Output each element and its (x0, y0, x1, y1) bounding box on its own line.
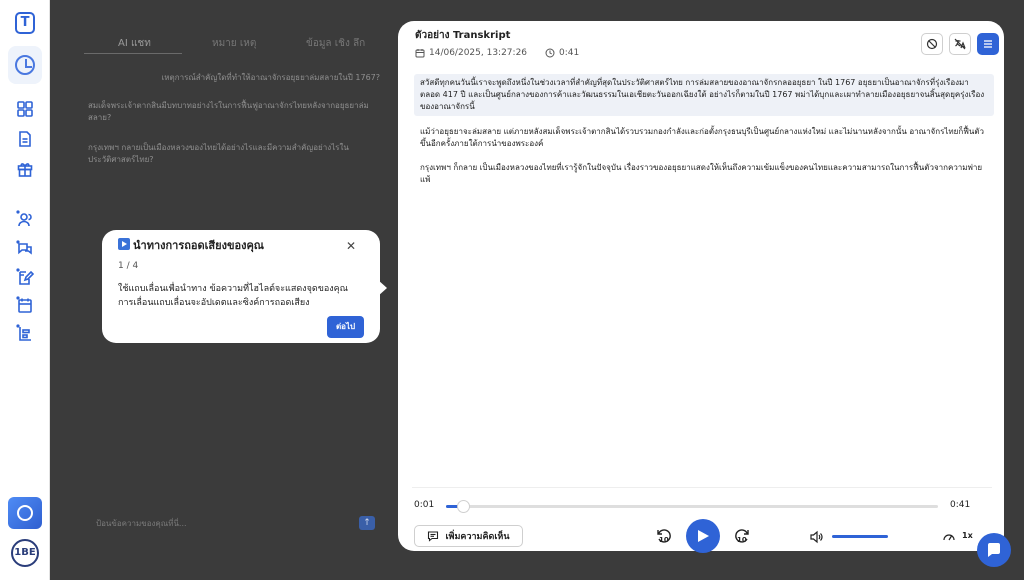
users-ai-icon[interactable] (16, 210, 34, 228)
skip-back-seconds: 10 (659, 536, 669, 544)
next-button[interactable]: ต่อไป (327, 316, 364, 338)
history-nav-button[interactable] (8, 46, 42, 84)
suggested-question[interactable]: กรุงเทพฯ กลายเป็นเมืองหลวงของไทยได้อย่าง… (88, 142, 378, 166)
tour-title: นำทางการถอดเสียงของคุณ (133, 239, 265, 252)
tab-ai-chat[interactable]: AI แชท (118, 36, 151, 51)
transcript-paragraph[interactable]: กรุงเทพฯ ก็กลาย เป็นเมืองหลวงของไทยที่เร… (414, 159, 994, 189)
gift-icon[interactable] (16, 160, 34, 178)
skip-forward-button[interactable]: 10 (733, 527, 751, 545)
add-comment-button[interactable]: เพิ่มความคิดเห็น (414, 525, 523, 547)
transcript-meta: 14/06/2025, 13:27:26 0:41 (415, 48, 579, 58)
transcript-duration: 0:41 (559, 48, 580, 58)
tour-body: ใช้แถบเลื่อนเพื่อนำทาง ข้อความที่ไฮไลต์จ… (118, 284, 349, 308)
volume-slider[interactable] (832, 535, 888, 538)
upgrade-premium-button[interactable] (8, 497, 42, 529)
app-logo[interactable]: T (15, 12, 35, 34)
add-comment-label: เพิ่มความคิดเห็น (445, 532, 510, 542)
play-icon (698, 530, 709, 542)
transcript-paragraph[interactable]: แม้ว่าอยุธยาจะล่มสลาย แต่ภายหลังสมเด็จพร… (414, 123, 994, 153)
transcript-title: ตัวอย่าง Transkript (415, 30, 511, 41)
calendar-ai-icon[interactable] (16, 296, 34, 314)
close-icon[interactable]: ✕ (345, 240, 357, 252)
current-time: 0:01 (414, 500, 435, 510)
active-tab-indicator (84, 53, 182, 54)
player-divider (412, 487, 992, 488)
volume-icon[interactable] (809, 529, 823, 544)
skip-back-button[interactable]: 10 (655, 527, 673, 545)
playback-speed[interactable]: 1x (962, 531, 973, 540)
speed-gauge-icon[interactable] (942, 529, 956, 543)
translate-toggle-button[interactable] (949, 33, 971, 55)
translate-off-icon (954, 38, 966, 50)
seek-knob[interactable] (457, 500, 471, 513)
play-video-icon (118, 238, 130, 250)
calendar-icon (415, 48, 425, 58)
dashboard-grid-icon[interactable] (16, 100, 34, 118)
transcript-card: ตัวอย่าง Transkript 14/06/2025, 13:27:26… (398, 21, 1004, 553)
tab-insights[interactable]: ข้อมูล เชิง ลึก (306, 36, 365, 51)
clock-icon (545, 48, 555, 58)
suggested-question[interactable]: สมเด็จพระเจ้าตากสินมีบทบาทอย่างไรในการฟื… (88, 100, 378, 124)
report-ai-icon[interactable] (16, 324, 34, 342)
tab-notes[interactable]: หมาย เหตุ (212, 36, 256, 51)
user-avatar[interactable]: 1BE (11, 539, 39, 567)
seek-slider[interactable] (446, 500, 938, 513)
skip-forward-seconds: 10 (737, 536, 747, 544)
transcript-paragraph-active[interactable]: สวัสดีทุกคนวันนี้เราจะพูดถึงหนึ่งในช่วงเ… (414, 74, 994, 116)
tour-popover: นำทางการถอดเสียงของคุณ ✕ 1 / 4 ใช้แถบเลื… (102, 230, 387, 343)
total-time: 0:41 (950, 500, 971, 510)
chat-input[interactable]: ป้อนข้อความของคุณที่นี่... (96, 517, 187, 530)
eye-off-icon (926, 38, 938, 50)
diamond-icon (17, 505, 33, 521)
support-chat-button[interactable] (977, 533, 1011, 567)
hide-button[interactable] (921, 33, 943, 55)
chat-tabs: AI แชท หมาย เหตุ ข้อมูล เชิง ลึก (84, 36, 384, 54)
menu-button[interactable] (977, 33, 999, 55)
chat-bubble-icon (988, 543, 1000, 557)
menu-icon (984, 40, 992, 48)
play-button[interactable] (686, 519, 720, 553)
suggested-question[interactable]: เหตุการณ์สำคัญใดที่ทำให้อาณาจักรอยุธยาล่… (160, 72, 380, 84)
left-rail: T 1BE (0, 0, 50, 580)
edit-note-ai-icon[interactable] (16, 268, 35, 286)
transcript-date: 14/06/2025, 13:27:26 (429, 48, 528, 58)
document-icon[interactable] (16, 130, 34, 148)
send-button[interactable]: ↑ (359, 516, 375, 530)
chat-ai-icon[interactable] (16, 240, 34, 258)
clock-icon (15, 55, 35, 75)
comment-icon (428, 531, 439, 542)
popover-arrow (378, 280, 387, 296)
tour-step-counter: 1 / 4 (118, 261, 139, 271)
